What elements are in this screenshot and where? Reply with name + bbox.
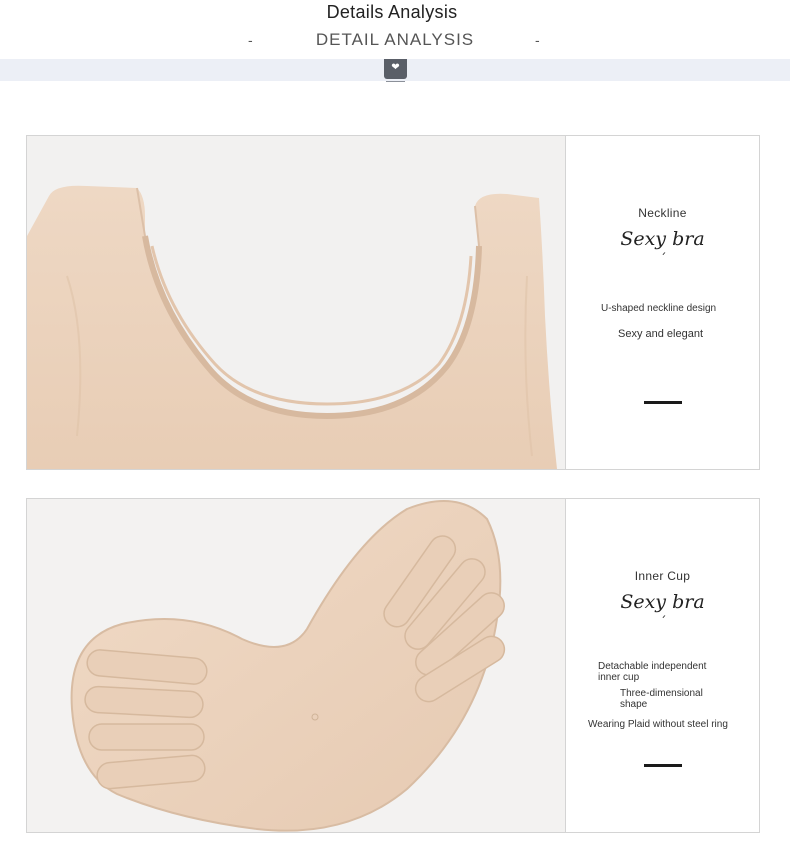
- neckline-text-column: Neckline Sexy bra ´ U-shaped neckline de…: [566, 136, 759, 469]
- section-script-title: Sexy bra: [620, 228, 705, 250]
- section-description: Three-dimensional shape: [620, 688, 703, 710]
- subtitle-row: - DETAIL ANALYSIS -: [0, 30, 784, 54]
- inner-cup-text-column: Inner Cup Sexy bra ´ Detachable independ…: [566, 499, 759, 832]
- section-description: Sexy and elegant: [618, 328, 704, 340]
- subtitle-dash-right: -: [535, 32, 540, 48]
- accent-bar: [644, 401, 682, 404]
- detail-panel-inner-cup: Inner Cup Sexy bra ´ Detachable independ…: [26, 498, 760, 833]
- tab-underline: [386, 79, 405, 82]
- section-script-title: Sexy bra: [620, 591, 705, 613]
- accent-bar: [644, 764, 682, 767]
- inner-cup-illustration: [27, 499, 565, 832]
- page-subtitle: DETAIL ANALYSIS: [315, 30, 475, 49]
- neckline-illustration: [27, 136, 565, 469]
- neckline-photo: [27, 136, 565, 469]
- section-description: Detachable independent inner cup: [598, 661, 707, 683]
- inner-cup-photo: [27, 499, 565, 832]
- heart-icon: ❤: [384, 59, 407, 79]
- section-label: Inner Cup: [634, 569, 691, 583]
- section-label: Neckline: [638, 206, 687, 220]
- section-description: Wearing Plaid without steel ring: [588, 719, 728, 730]
- detail-panel-neckline: Neckline Sexy bra ´ U-shaped neckline de…: [26, 135, 760, 470]
- accent-tick: ´: [660, 252, 667, 267]
- accent-tick: ´: [660, 615, 667, 630]
- section-description: U-shaped neckline design: [601, 303, 717, 314]
- page-title: Details Analysis: [326, 2, 458, 22]
